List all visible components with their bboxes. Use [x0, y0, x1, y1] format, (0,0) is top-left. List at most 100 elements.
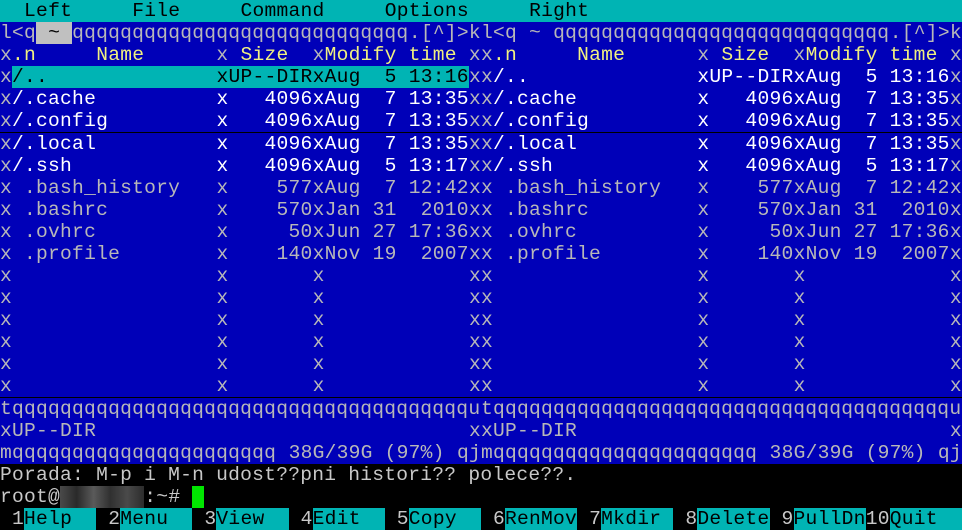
- file-mtime: Jan 31 2010: [805, 198, 950, 221]
- column-header-size[interactable]: Size: [240, 44, 289, 67]
- left-panel-line: x x x x: [0, 309, 481, 332]
- panel-frame: x: [0, 353, 13, 376]
- file-name: /.ssh: [492, 154, 698, 177]
- file-row[interactable]: .bashrc x 570xJan 31 2010: [12, 198, 469, 221]
- empty-name: [492, 375, 698, 398]
- file-row[interactable]: /.config x 4096xAug 7 13:35: [12, 110, 469, 133]
- file-size: 4096: [709, 154, 794, 177]
- empty-mtime: [805, 375, 950, 398]
- fkey-renmov[interactable]: 6RenMov: [480, 507, 578, 530]
- empty-size: [709, 331, 794, 354]
- history-dot-button[interactable]: .: [889, 22, 902, 45]
- fkey-view[interactable]: 3View: [192, 507, 289, 530]
- panel-frame: x: [312, 44, 325, 67]
- panel-frame: x: [216, 154, 229, 177]
- menu-file[interactable]: File: [132, 0, 181, 23]
- spacer: [769, 44, 794, 67]
- file-row[interactable]: .bashrc x 570xJan 31 2010: [492, 198, 950, 221]
- sort-indicator[interactable]: .n: [12, 44, 37, 67]
- file-row[interactable]: /.config x 4096xAug 7 13:35: [492, 110, 950, 133]
- path-tag[interactable]: ~: [36, 22, 73, 45]
- panel-frame: qj: [937, 441, 962, 464]
- hotlist-button[interactable]: [^]: [420, 22, 457, 45]
- file-size: 140: [228, 242, 313, 265]
- panel-frame: x: [949, 110, 962, 133]
- fkey-delete[interactable]: 8Delete: [673, 507, 770, 530]
- panel-frame: x: [480, 176, 493, 199]
- fkey-quit[interactable]: 10Quit: [865, 507, 962, 530]
- file-row[interactable]: /.ssh x 4096xAug 5 13:17: [492, 154, 950, 177]
- terminal-screen[interactable]: Left File Command Options Right l<q ~ qq…: [0, 0, 962, 530]
- panel-frame: x: [949, 198, 962, 221]
- file-row[interactable]: .profile x 140xNov 19 2007: [492, 242, 950, 265]
- path-tag[interactable]: ~: [517, 22, 554, 45]
- empty-size: [709, 375, 794, 398]
- file-row[interactable]: .bash_history x 577xAug 7 12:42: [12, 176, 469, 199]
- panel-frame: qqqqqqqqqqqqqqqqqqqqqqqqqqqq: [553, 22, 890, 45]
- fkey-label: RenMov: [504, 507, 578, 530]
- menu-options[interactable]: Options: [384, 0, 469, 23]
- fkey-help[interactable]: 1Help: [0, 507, 97, 530]
- file-row[interactable]: /.local x 4096xAug 7 13:35: [12, 132, 469, 155]
- panel-frame: x: [468, 242, 481, 265]
- file-row[interactable]: /.cache x 4096xAug 7 13:35: [492, 88, 950, 111]
- fkey-number: 2: [96, 507, 121, 530]
- file-mtime: Jun 27 17:36: [324, 220, 469, 243]
- fkey-mkdir[interactable]: 7Mkdir: [577, 507, 674, 530]
- left-panel-line: x x x x: [0, 331, 481, 354]
- file-mtime: Aug 5 13:17: [805, 154, 950, 177]
- panel-frame: x: [949, 331, 962, 354]
- file-row[interactable]: /.ssh x 4096xAug 5 13:17: [12, 154, 469, 177]
- panel-frame: mqqqqqqqqqqqqqqqqqqqqqq: [480, 441, 758, 464]
- panel-frame: x: [793, 176, 806, 199]
- file-row[interactable]: .ovhrc x 50xJun 27 17:36: [492, 220, 950, 243]
- panel-frame: x: [312, 287, 325, 310]
- file-size: 4096: [228, 110, 313, 133]
- menu-command[interactable]: Command: [240, 0, 325, 23]
- menu-right[interactable]: Right: [529, 0, 590, 23]
- left-panel-line: x .bashrc x 570xJan 31 2010x: [0, 198, 481, 221]
- column-header-modify-time[interactable]: Modify time: [805, 44, 938, 67]
- empty-size: [228, 375, 313, 398]
- column-header-name[interactable]: Name: [577, 44, 626, 67]
- hotlist-button[interactable]: [^]: [901, 22, 938, 45]
- panel-frame: x: [697, 88, 710, 111]
- menu-left[interactable]: Left: [24, 0, 73, 23]
- column-header-size[interactable]: Size: [721, 44, 770, 67]
- file-row[interactable]: /.. xUP--DIRxAug 5 13:16: [12, 66, 469, 89]
- command-input[interactable]: [204, 485, 962, 508]
- file-row[interactable]: /.cache x 4096xAug 7 13:35: [12, 88, 469, 111]
- panel-frame: x: [216, 176, 229, 199]
- panel-frame: l<q: [0, 22, 37, 45]
- fkey-edit[interactable]: 4Edit: [288, 507, 385, 530]
- file-row[interactable]: .profile x 140xNov 19 2007: [12, 242, 469, 265]
- column-header-modify-time[interactable]: Modify time: [324, 44, 457, 67]
- fkey-menu[interactable]: 2Menu: [96, 507, 193, 530]
- fkey-pulldn[interactable]: 9PullDn: [769, 507, 866, 530]
- column-header-name[interactable]: Name: [96, 44, 145, 67]
- menu-spacer: [324, 0, 385, 23]
- sort-indicator[interactable]: .n: [492, 44, 517, 67]
- fkey-label: Delete: [697, 507, 770, 530]
- right-panel-line: x .ovhrc x 50xJun 27 17:36x: [480, 220, 962, 243]
- file-name: .ovhrc: [492, 220, 698, 243]
- history-dot-button[interactable]: .: [408, 22, 421, 45]
- empty-mtime: [324, 265, 469, 288]
- menu-spacer: [0, 0, 25, 23]
- panel-row: x x x xx x x x: [0, 287, 962, 310]
- panel-frame: x: [793, 375, 806, 398]
- file-row[interactable]: /.. xUP--DIRxAug 5 13:16: [492, 66, 950, 89]
- command-input-cursor[interactable]: [192, 485, 205, 508]
- panel-row: x x x xx x x x: [0, 309, 962, 332]
- panel-frame: x: [216, 353, 229, 376]
- file-row[interactable]: /.local x 4096xAug 7 13:35: [492, 132, 950, 155]
- panel-frame: x: [312, 198, 325, 221]
- file-mtime: Aug 7 13:35: [805, 132, 950, 155]
- file-row[interactable]: .bash_history x 577xAug 7 12:42: [492, 176, 950, 199]
- left-panel-line: x/.. xUP--DIRxAug 5 13:16x: [0, 66, 481, 89]
- file-row[interactable]: .ovhrc x 50xJun 27 17:36: [12, 220, 469, 243]
- fkey-copy[interactable]: 5Copy: [384, 507, 481, 530]
- left-panel-line: x/.config x 4096xAug 7 13:35x: [0, 110, 481, 133]
- panel-frame: x: [216, 66, 229, 89]
- file-size: 4096: [709, 110, 794, 133]
